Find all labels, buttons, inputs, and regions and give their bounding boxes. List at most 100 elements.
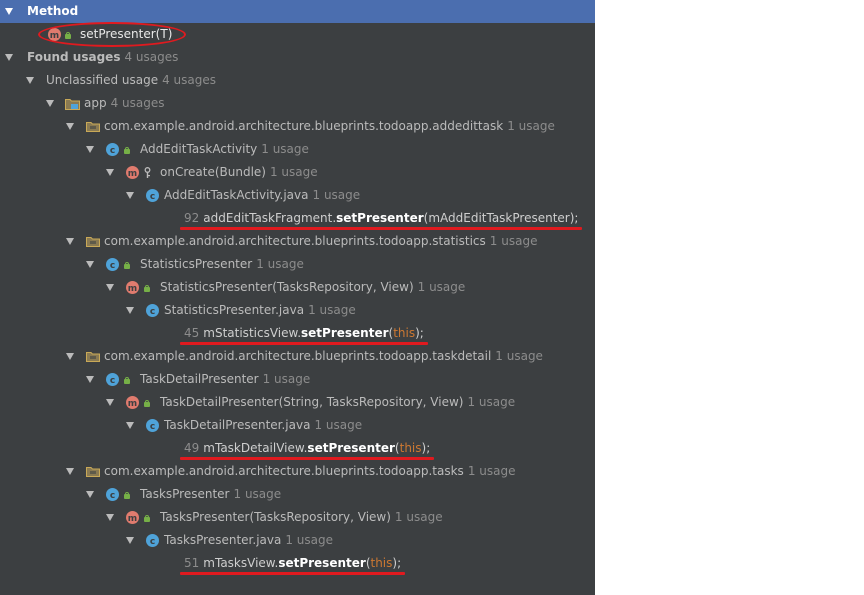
package-folder-icon [86, 352, 100, 362]
svg-text:c: c [150, 307, 155, 317]
class-row[interactable]: c TasksPresenter 1 usage [0, 483, 595, 506]
app-module-row[interactable]: app 4 usages [0, 92, 595, 115]
package-folder-icon [86, 467, 100, 477]
found-usages-row[interactable]: Found usages 4 usages [0, 46, 595, 69]
package-row[interactable]: com.example.android.architecture.bluepri… [0, 230, 595, 253]
expand-arrow-icon[interactable] [66, 123, 74, 130]
file-label: AddEditTaskActivity.java 1 usage [164, 188, 361, 202]
class-c-icon: c [146, 304, 159, 317]
svg-text:c: c [110, 261, 115, 271]
expand-arrow-icon[interactable] [106, 399, 114, 406]
method-row[interactable]: m TaskDetailPresenter(String, TasksReposi… [0, 391, 595, 414]
class-label: TaskDetailPresenter 1 usage [140, 372, 311, 386]
app-module-label: app 4 usages [84, 96, 165, 110]
method-header-label: Method [27, 4, 79, 18]
svg-text:c: c [150, 192, 155, 202]
package-row[interactable]: com.example.android.architecture.bluepri… [0, 115, 595, 138]
method-row[interactable]: m StatisticsPresenter(TasksRepository, Vi… [0, 276, 595, 299]
expand-arrow-icon[interactable] [126, 537, 134, 544]
svg-text:m: m [128, 169, 137, 179]
public-lock-icon [144, 515, 150, 522]
class-c-icon: c [106, 488, 119, 501]
svg-text:c: c [150, 537, 155, 547]
public-lock-icon [124, 147, 130, 154]
expand-arrow-icon[interactable] [126, 422, 134, 429]
class-label: TasksPresenter 1 usage [140, 487, 282, 501]
svg-text:m: m [128, 514, 137, 524]
file-row[interactable]: c TasksPresenter.java 1 usage [0, 529, 595, 552]
class-row[interactable]: c AddEditTaskActivity 1 usage [0, 138, 595, 161]
expand-arrow-icon[interactable] [5, 8, 13, 15]
expand-arrow-icon[interactable] [5, 54, 13, 61]
expand-arrow-icon[interactable] [106, 284, 114, 291]
class-c-icon: c [106, 258, 119, 271]
expand-arrow-icon[interactable] [106, 169, 114, 176]
line-number: 51 [184, 556, 200, 570]
package-label: com.example.android.architecture.bluepri… [104, 119, 555, 133]
public-lock-icon [144, 400, 150, 407]
find-usages-panel: Method m setPresenter(T) Found usages 4 u… [0, 0, 595, 595]
expand-arrow-icon[interactable] [126, 192, 134, 199]
svg-text:c: c [110, 146, 115, 156]
method-row[interactable]: m onCreate(Bundle) 1 usage [0, 161, 595, 184]
module-folder-icon [65, 99, 80, 110]
package-folder-icon [86, 122, 100, 132]
method-row[interactable]: m TasksPresenter(TasksRepository, View) 1 … [0, 506, 595, 529]
expand-arrow-icon[interactable] [46, 100, 54, 107]
method-label: onCreate(Bundle) 1 usage [160, 165, 318, 179]
svg-text:c: c [110, 491, 115, 501]
class-c-icon: c [146, 534, 159, 547]
method-m-icon: m [126, 396, 139, 409]
expand-arrow-icon[interactable] [86, 146, 94, 153]
package-folder-icon [86, 237, 100, 247]
unclassified-row[interactable]: Unclassified usage 4 usages [0, 69, 595, 92]
public-lock-icon [124, 492, 130, 499]
annotation-underline [180, 572, 405, 575]
class-c-icon: c [146, 419, 159, 432]
package-label: com.example.android.architecture.bluepri… [104, 349, 543, 363]
line-number: 49 [184, 441, 200, 455]
class-c-icon: c [106, 143, 119, 156]
file-label: TasksPresenter.java 1 usage [164, 533, 334, 547]
expand-arrow-icon[interactable] [66, 468, 74, 475]
expand-arrow-icon[interactable] [86, 376, 94, 383]
public-lock-icon [124, 262, 130, 269]
package-label: com.example.android.architecture.bluepri… [104, 234, 538, 248]
public-lock-icon [144, 285, 150, 292]
class-c-icon: c [146, 189, 159, 202]
method-label: TaskDetailPresenter(String, TasksReposit… [160, 395, 516, 409]
package-row[interactable]: com.example.android.architecture.bluepri… [0, 345, 595, 368]
method-m-icon: m [126, 511, 139, 524]
expand-arrow-icon[interactable] [66, 353, 74, 360]
svg-text:c: c [110, 376, 115, 386]
expand-arrow-icon[interactable] [26, 77, 34, 84]
method-header-row[interactable]: Method [0, 0, 595, 23]
file-row[interactable]: c AddEditTaskActivity.java 1 usage [0, 184, 595, 207]
svg-text:m: m [128, 399, 137, 409]
line-number: 92 [184, 211, 200, 225]
package-row[interactable]: com.example.android.architecture.bluepri… [0, 460, 595, 483]
highlight-oval [38, 22, 186, 47]
svg-text:c: c [150, 422, 155, 432]
method-m-icon: m [126, 281, 139, 294]
expand-arrow-icon[interactable] [106, 514, 114, 521]
line-number: 45 [184, 326, 200, 340]
file-label: TaskDetailPresenter.java 1 usage [164, 418, 363, 432]
class-row[interactable]: c TaskDetailPresenter 1 usage [0, 368, 595, 391]
class-label: StatisticsPresenter 1 usage [140, 257, 304, 271]
class-label: AddEditTaskActivity 1 usage [140, 142, 309, 156]
method-m-icon: m [126, 166, 139, 179]
class-row[interactable]: c StatisticsPresenter 1 usage [0, 253, 595, 276]
file-label: StatisticsPresenter.java 1 usage [164, 303, 356, 317]
expand-arrow-icon[interactable] [86, 491, 94, 498]
public-lock-icon [124, 377, 130, 384]
file-row[interactable]: c TaskDetailPresenter.java 1 usage [0, 414, 595, 437]
method-label: StatisticsPresenter(TasksRepository, Vie… [160, 280, 466, 294]
unclassified-label: Unclassified usage 4 usages [46, 73, 217, 87]
file-row[interactable]: c StatisticsPresenter.java 1 usage [0, 299, 595, 322]
expand-arrow-icon[interactable] [126, 307, 134, 314]
method-label: TasksPresenter(TasksRepository, View) 1 u… [160, 510, 443, 524]
expand-arrow-icon[interactable] [86, 261, 94, 268]
expand-arrow-icon[interactable] [66, 238, 74, 245]
found-usages-label: Found usages 4 usages [27, 50, 179, 64]
